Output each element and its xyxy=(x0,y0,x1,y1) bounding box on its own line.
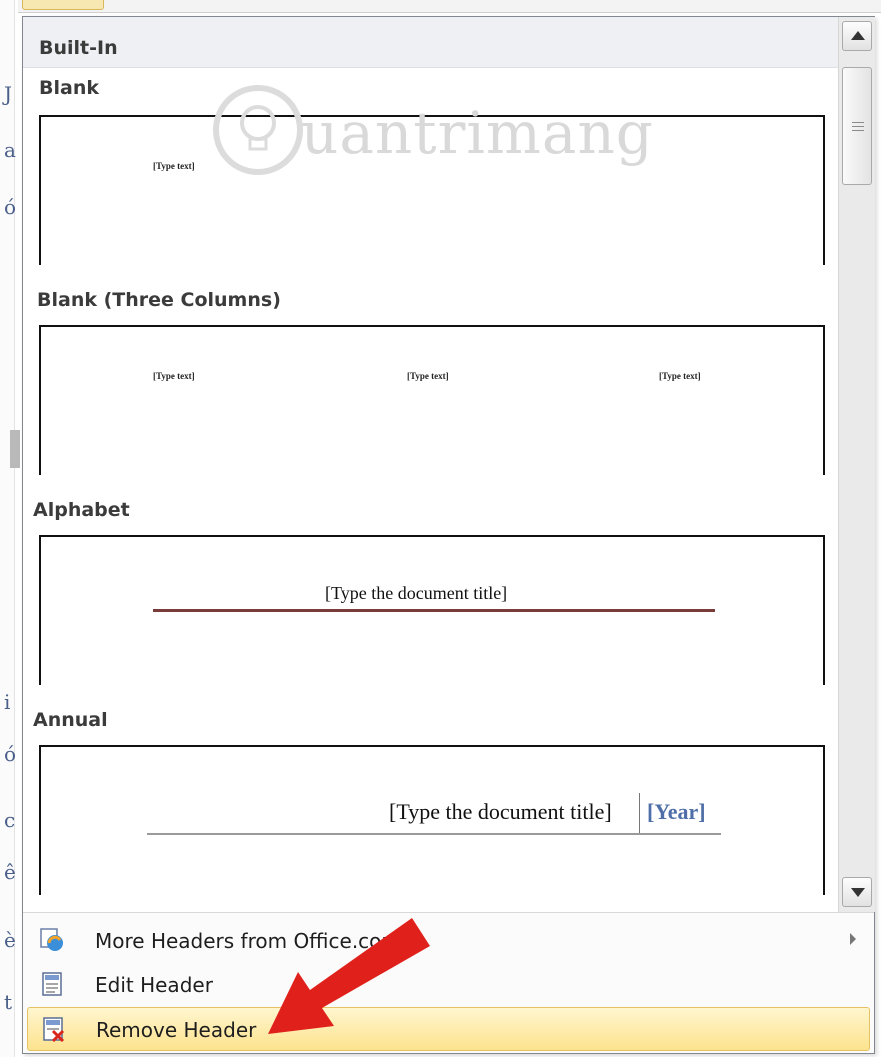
gallery-item-label-blank: Blank xyxy=(39,77,99,99)
document-title-placeholder: [Type the document title] xyxy=(325,583,508,603)
menu-item-label: Remove Header xyxy=(96,1018,257,1042)
arrow-down-icon xyxy=(851,888,865,897)
title-rule xyxy=(153,609,715,612)
ribbon-tab-highlighted xyxy=(22,0,104,10)
remove-header-icon xyxy=(43,1017,65,1042)
gallery-item-alphabet[interactable]: [Type the document title] xyxy=(39,535,825,685)
document-glyph: a xyxy=(4,138,16,162)
document-glyph: c xyxy=(4,808,16,832)
gallery-item-blank[interactable]: [Type text] xyxy=(39,115,825,265)
placeholder-text: [Type text] xyxy=(153,371,195,381)
grip-line xyxy=(852,130,864,131)
grip-line xyxy=(852,126,864,127)
document-title-placeholder: [Type the document title] xyxy=(389,799,612,824)
menu-item-more-headers[interactable]: More Headers from Office.com xyxy=(27,919,870,963)
menu-item-label: More Headers from Office.com xyxy=(95,929,401,953)
gallery-item-label-annual: Annual xyxy=(33,709,108,731)
year-placeholder: [Year] xyxy=(647,799,706,824)
header-menu: More Headers from Office.com Edit Header… xyxy=(23,912,874,1053)
scroll-down-button[interactable] xyxy=(842,877,872,907)
document-glyph: J xyxy=(4,82,13,106)
ribbon-strip xyxy=(18,0,881,13)
document-glyph: t xyxy=(4,990,13,1014)
section-title: Built-In xyxy=(39,37,118,59)
header-gallery-dropdown: Built-In Blank [Type text] Blank (Three … xyxy=(22,16,875,1054)
menu-item-edit-header[interactable]: Edit Header xyxy=(27,963,870,1007)
gallery-item-label-blank-three-columns: Blank (Three Columns) xyxy=(37,289,281,311)
document-glyph: i xyxy=(4,690,11,714)
scroll-up-button[interactable] xyxy=(842,21,872,51)
document-glyph: è xyxy=(4,928,16,952)
office-online-icon xyxy=(40,928,63,951)
edit-header-icon xyxy=(42,972,62,996)
scroll-thumb[interactable] xyxy=(842,67,872,185)
gallery-item-annual[interactable]: [Type the document title] [Year] xyxy=(39,745,825,895)
title-rule xyxy=(147,833,721,835)
gallery-scrollbar[interactable] xyxy=(838,17,875,912)
gallery-item-blank-three-columns[interactable]: [Type text] [Type text] [Type text] xyxy=(39,325,825,475)
placeholder-text: [Type text] xyxy=(659,371,701,381)
menu-item-label: Edit Header xyxy=(95,973,213,997)
submenu-arrow-icon xyxy=(850,933,856,945)
header-gallery: Built-In Blank [Type text] Blank (Three … xyxy=(23,17,838,912)
document-glyph: ê xyxy=(4,860,16,884)
gallery-item-label-alphabet: Alphabet xyxy=(33,499,130,521)
placeholder-text: [Type text] xyxy=(407,371,449,381)
placeholder-text: [Type text] xyxy=(153,161,195,171)
document-scroll-marker xyxy=(10,430,20,468)
document-glyph: ó xyxy=(4,195,17,219)
grip-line xyxy=(852,122,864,123)
document-glyph: ó xyxy=(4,742,17,766)
menu-item-remove-header[interactable]: Remove Header xyxy=(27,1007,870,1051)
column-divider xyxy=(639,793,640,833)
document-edge: J a ó i ó c ê è t xyxy=(0,0,17,1057)
arrow-up-icon xyxy=(851,31,865,40)
section-header: Built-In xyxy=(23,17,838,68)
